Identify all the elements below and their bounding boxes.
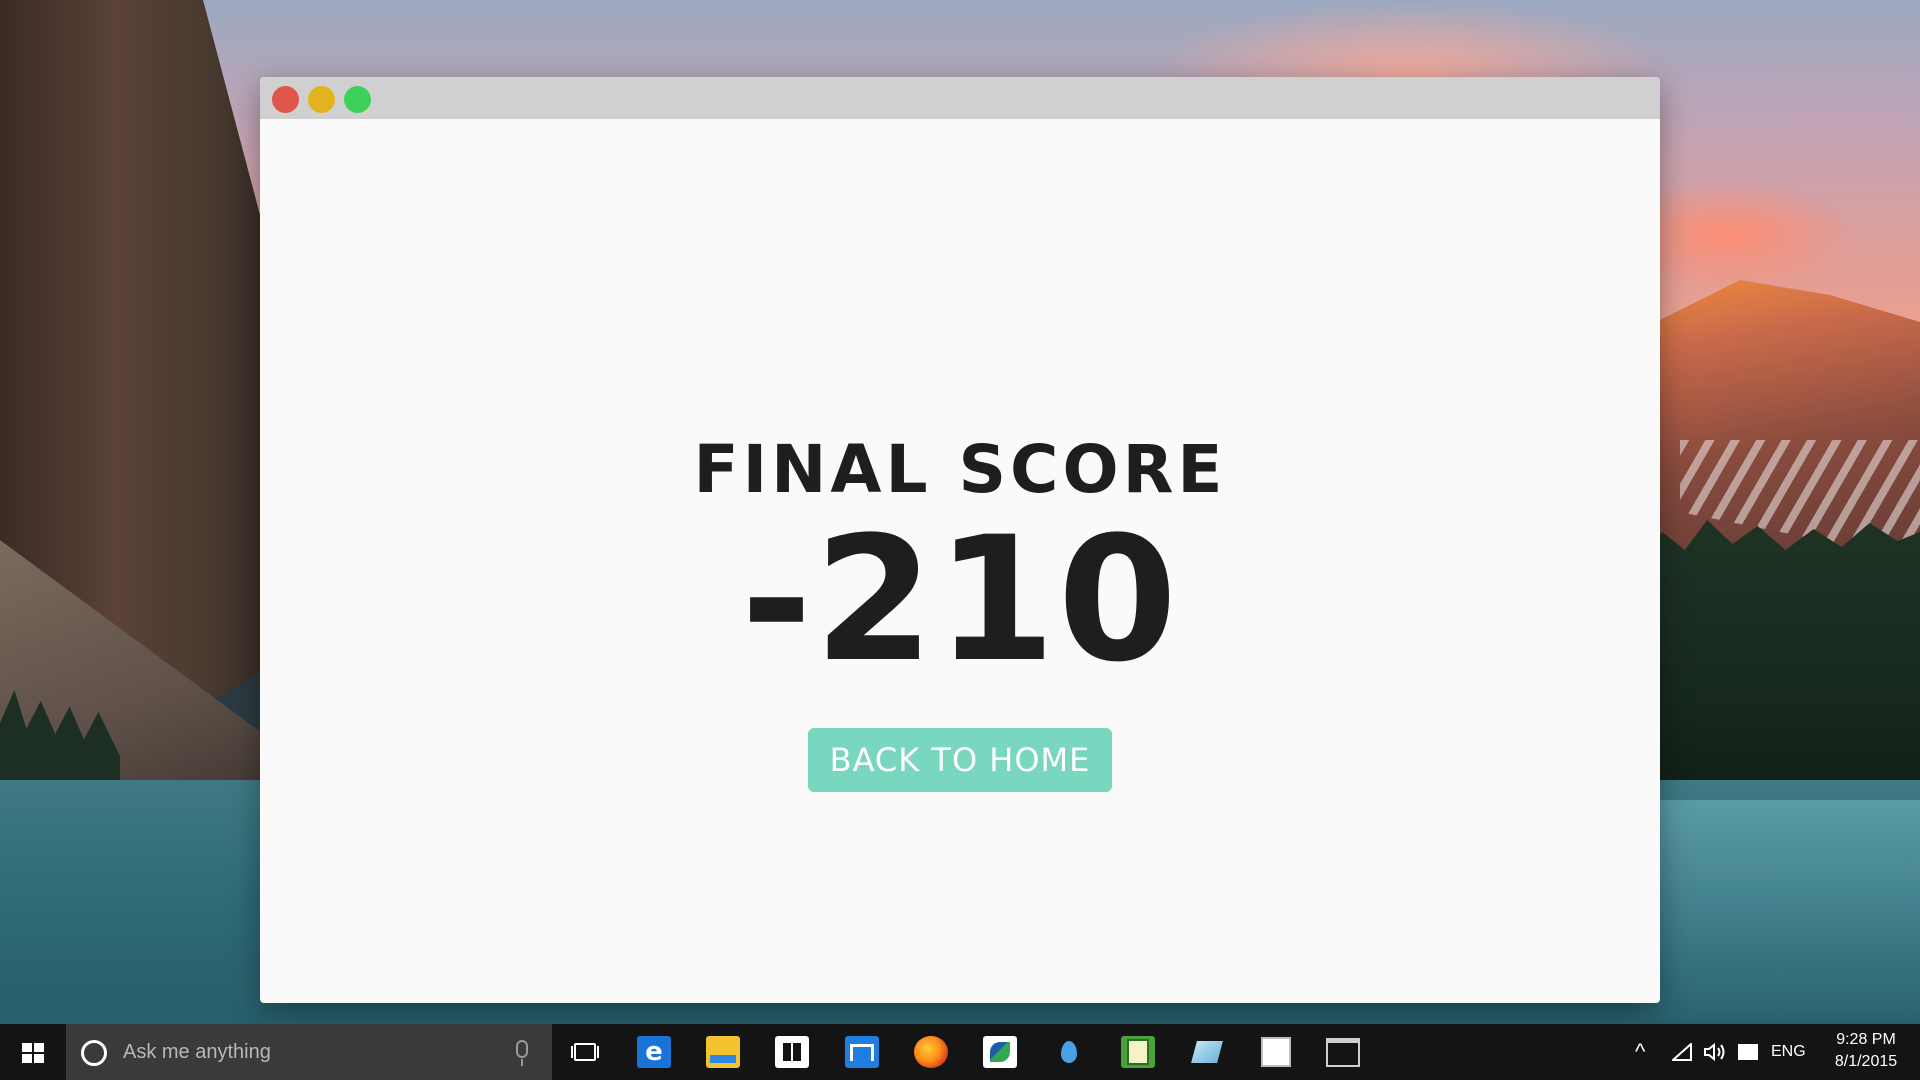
- show-hidden-icons-chevron-icon[interactable]: ^: [1635, 1024, 1645, 1080]
- task-view-icon[interactable]: [568, 1036, 602, 1068]
- game-over-screen: FINAL SCORE -210 BACK TO HOME: [260, 119, 1660, 1003]
- final-score-title: FINAL SCORE: [693, 431, 1227, 508]
- store-icon[interactable]: [775, 1036, 809, 1068]
- window-minimize-button[interactable]: [308, 86, 335, 113]
- app-icon[interactable]: [983, 1036, 1017, 1068]
- drop-icon[interactable]: [1052, 1036, 1086, 1068]
- app-window: FINAL SCORE -210 BACK TO HOME: [260, 77, 1660, 1003]
- back-to-home-button[interactable]: BACK TO HOME: [808, 728, 1112, 792]
- app-icon[interactable]: [1121, 1036, 1155, 1068]
- system-clock[interactable]: 9:28 PM 8/1/2015: [1820, 1029, 1912, 1073]
- search-placeholder: Ask me anything: [123, 1041, 271, 1063]
- wallpaper-forest: [1640, 520, 1920, 820]
- command-prompt-icon[interactable]: [1326, 1036, 1360, 1068]
- microphone-icon-stand: [521, 1059, 523, 1066]
- app-icon[interactable]: [845, 1036, 879, 1068]
- window-titlebar[interactable]: [260, 77, 1660, 119]
- window-close-button[interactable]: [272, 86, 299, 113]
- taskbar: Ask me anything e ^ ENG 9:28 PM 8/1/2015: [0, 1024, 1920, 1080]
- action-center-icon[interactable]: [1738, 1024, 1760, 1080]
- window-maximize-button[interactable]: [344, 86, 371, 113]
- app-icon[interactable]: [1259, 1036, 1293, 1068]
- firefox-icon[interactable]: [914, 1036, 948, 1068]
- volume-icon[interactable]: [1703, 1024, 1727, 1080]
- start-button[interactable]: [0, 1024, 66, 1080]
- app-icon[interactable]: [1190, 1036, 1224, 1068]
- search-box[interactable]: Ask me anything: [66, 1024, 552, 1080]
- file-explorer-icon[interactable]: [706, 1036, 740, 1068]
- network-icon[interactable]: [1672, 1024, 1692, 1080]
- cortana-icon: [81, 1040, 107, 1066]
- windows-logo-icon: [22, 1043, 44, 1063]
- wallpaper-lake-reflection: [1640, 800, 1920, 1020]
- language-indicator[interactable]: ENG: [1771, 1024, 1806, 1080]
- edge-icon[interactable]: e: [637, 1036, 671, 1068]
- final-score-value: -210: [740, 499, 1180, 700]
- microphone-icon[interactable]: [516, 1040, 528, 1058]
- clock-time: 9:28 PM: [1836, 1031, 1896, 1048]
- clock-date: 8/1/2015: [1834, 1053, 1898, 1070]
